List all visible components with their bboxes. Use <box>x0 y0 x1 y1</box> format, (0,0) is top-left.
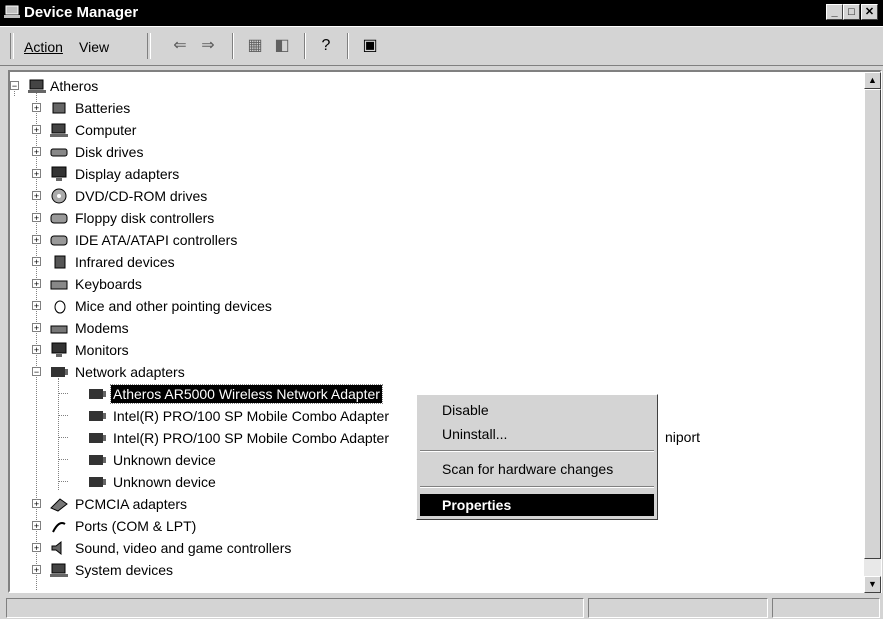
minimize-button[interactable]: _ <box>826 4 843 20</box>
scroll-thumb[interactable] <box>864 89 881 559</box>
vertical-scrollbar[interactable]: ▲ ▼ <box>864 72 881 593</box>
speaker-icon <box>51 541 62 556</box>
context-menu: Disable Uninstall... Scan for hardware c… <box>416 394 658 520</box>
monitor-icon <box>51 166 67 182</box>
back-icon[interactable]: ⇐ <box>170 36 190 56</box>
tree-line <box>36 92 37 591</box>
modem-icon <box>50 325 68 334</box>
port-icon <box>52 522 66 533</box>
menu-view[interactable]: View <box>79 39 109 55</box>
toolbar-separator <box>232 33 234 59</box>
tree-line <box>58 378 59 490</box>
tree-line <box>58 459 68 460</box>
partially-hidden-text: niport <box>665 429 701 445</box>
status-panel-3 <box>772 598 880 618</box>
tree-line <box>58 415 68 416</box>
menu-separator <box>420 450 654 452</box>
computer-icon <box>50 123 68 138</box>
tree-line <box>58 437 68 438</box>
status-bar <box>0 596 883 619</box>
network-card-icon <box>89 389 106 400</box>
menu-action[interactable]: Action <box>24 39 63 55</box>
scan-icon[interactable]: ▣ <box>360 36 380 56</box>
tree-line <box>58 481 68 482</box>
device-manager-icon <box>4 5 20 18</box>
controller-icon <box>50 235 68 246</box>
pcmcia-icon <box>50 498 68 512</box>
toolbar-grip[interactable] <box>147 33 151 59</box>
toolbar-separator-3 <box>347 33 349 59</box>
menu-item-scan[interactable]: Scan for hardware changes <box>420 458 654 480</box>
menu-item-properties[interactable]: Properties <box>420 494 654 516</box>
scroll-down-button[interactable]: ▼ <box>864 576 881 593</box>
computer-icon <box>50 563 68 578</box>
menu-item-uninstall[interactable]: Uninstall... <box>420 423 654 445</box>
network-card-icon <box>89 433 106 444</box>
network-card-icon <box>89 411 106 422</box>
properties-icon[interactable]: ◧ <box>272 36 292 56</box>
tree-line <box>58 393 68 394</box>
battery-icon <box>52 102 66 114</box>
network-card-icon <box>51 367 68 378</box>
view-icon[interactable]: ▦ <box>245 36 265 56</box>
computer-icon <box>28 79 46 94</box>
cd-drive-icon <box>51 188 67 204</box>
help-icon[interactable]: ? <box>316 36 336 56</box>
mouse-icon <box>54 300 66 314</box>
toolbar-separator-2 <box>304 33 306 59</box>
status-panel-main <box>6 598 584 618</box>
menu-item-disable[interactable]: Disable <box>420 399 654 421</box>
infrared-icon <box>54 255 66 269</box>
keyboard-icon <box>50 280 68 290</box>
network-card-icon <box>89 477 106 488</box>
scroll-up-button[interactable]: ▲ <box>864 72 881 89</box>
status-panel-2 <box>588 598 768 618</box>
disk-drive-icon <box>50 148 68 157</box>
menu-toolbar: Action View ⇐ ⇒ ▦ ◧ ? ▣ <box>0 26 883 66</box>
menu-grip[interactable] <box>10 33 14 59</box>
forward-icon[interactable]: ⇒ <box>198 36 218 56</box>
window-title: Device Manager <box>24 4 139 21</box>
controller-icon <box>50 213 68 224</box>
monitor-icon <box>51 342 67 358</box>
network-card-icon <box>89 455 106 466</box>
title-bar[interactable]: Device Manager _ □ ✕ <box>0 0 883 26</box>
maximize-button[interactable]: □ <box>843 4 860 20</box>
menu-separator <box>420 486 654 488</box>
close-button[interactable]: ✕ <box>861 4 878 20</box>
